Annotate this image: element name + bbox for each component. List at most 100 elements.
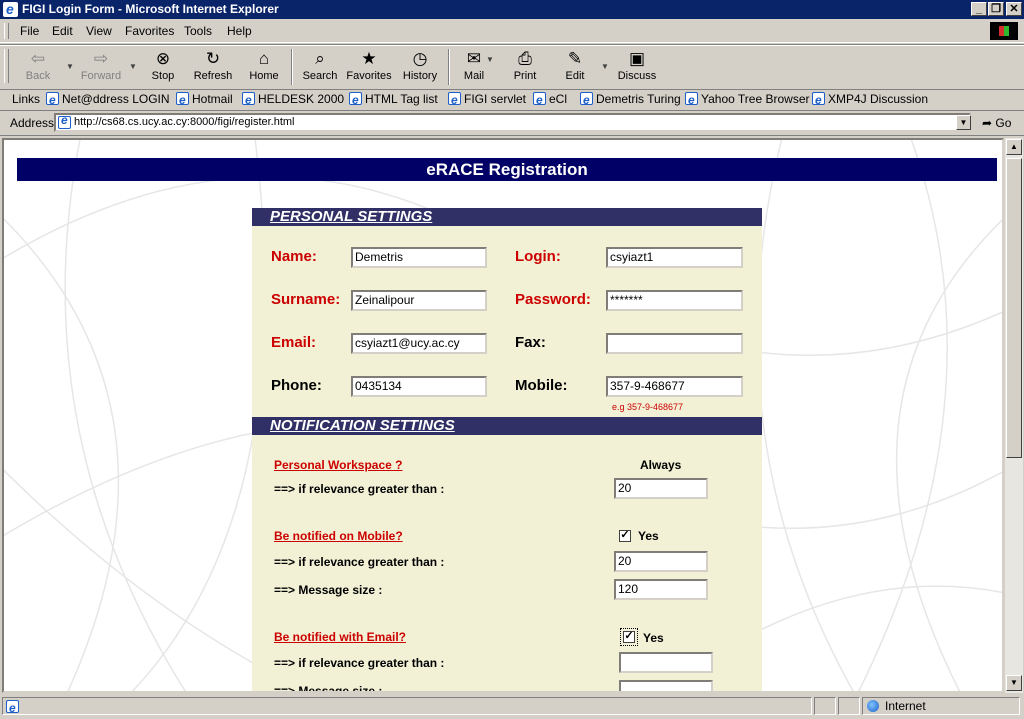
email-relevance-label: ==> if relevance greater than : [274,656,445,670]
address-input[interactable]: http://cs68.cs.ucy.ac.cy:8000/figi/regis… [54,113,971,132]
menu-tools[interactable]: Tools [184,20,212,42]
registration-banner: eRACE Registration [17,158,997,181]
close-button[interactable]: ✕ [1006,2,1022,16]
forward-label: Forward [80,70,122,82]
home-icon: ⌂ [258,49,270,68]
mobile-relevance-label: ==> if relevance greater than : [274,555,445,569]
mail-dropdown-icon[interactable]: ▼ [486,55,494,64]
link-item[interactable]: FIGI servlet [448,88,526,111]
scroll-down-icon[interactable]: ▼ [1006,675,1022,691]
link-item[interactable]: Yahoo Tree Browser [685,88,810,111]
back-label: Back [25,70,51,82]
back-dropdown-icon[interactable]: ▼ [66,62,74,71]
favorites-button[interactable]: ★ Favorites [345,48,393,86]
menu-help[interactable]: Help [227,20,252,42]
go-arrow-icon: ➦ [982,116,993,130]
surname-label: Surname: [271,291,341,308]
link-item[interactable]: XMP4J Discussion [812,88,928,111]
address-dropdown-icon[interactable]: ▼ [956,115,971,130]
edit-dropdown-icon[interactable]: ▼ [601,62,609,71]
menu-edit[interactable]: Edit [52,20,73,42]
back-button[interactable]: ⇦ Back [18,48,58,86]
discuss-icon: ▣ [628,49,646,68]
login-input[interactable]: csyiazt1 [606,247,743,268]
print-button[interactable]: ⎙ Print [507,48,543,86]
mobile-notify-checkbox[interactable]: ✓ [619,530,631,542]
search-label: Search [302,70,338,82]
address-label: Address [10,116,55,130]
link-item[interactable]: Demetris Turing [580,88,681,111]
favorites-folder-icon: ★ [361,49,377,68]
mobile-size-label: ==> Message size : [274,583,383,597]
link-item[interactable]: Hotmail [176,88,233,111]
name-input[interactable]: Demetris [351,247,487,268]
stop-label: Stop [151,70,175,82]
mobile-size-input[interactable]: 120 [614,579,708,600]
password-input[interactable]: ******* [606,290,743,311]
password-label: Password: [515,291,591,308]
go-button[interactable]: ➦ Go [982,111,1011,135]
page-status-icon [6,697,19,719]
page-viewport[interactable]: eRACE Registration PERSONAL SETTINGS Nam… [2,138,1004,693]
email-relevance-input[interactable] [619,652,713,673]
history-icon: ◷ [412,49,428,68]
status-bar: Internet [0,695,1024,719]
window-title-bar[interactable]: FIGI Login Form - Microsoft Internet Exp… [0,0,1024,19]
status-pane [814,697,836,715]
toolbar-separator [448,49,450,85]
mobile-yes-label: Yes [638,529,659,543]
forward-dropdown-icon[interactable]: ▼ [129,62,137,71]
link-item[interactable]: Net@ddress LOGIN [46,88,170,111]
mail-label: Mail [463,70,485,82]
address-url: http://cs68.cs.ucy.ac.cy:8000/figi/regis… [74,116,295,128]
history-button[interactable]: ◷ History [399,48,441,86]
mail-button[interactable]: ✉ Mail [456,48,492,86]
registration-form: PERSONAL SETTINGS Name: Demetris Login: … [252,208,762,691]
phone-input[interactable]: 0435134 [351,376,487,397]
login-label: Login: [515,248,561,265]
menu-grip[interactable] [4,23,9,39]
menu-favorites[interactable]: Favorites [125,20,174,42]
home-button[interactable]: ⌂ Home [244,48,284,86]
search-button[interactable]: ⌕ Search [298,48,342,86]
link-item[interactable]: HELDESK 2000 [242,88,344,111]
scroll-up-icon[interactable]: ▲ [1006,139,1022,155]
name-label: Name: [271,248,317,265]
stop-button[interactable]: ⊗ Stop [143,48,183,86]
mobile-input[interactable]: 357-9-468677 [606,376,743,397]
home-label: Home [249,70,279,82]
workspace-relevance-label: ==> if relevance greater than : [274,482,445,496]
ie-window-icon[interactable] [3,0,18,19]
email-size-input[interactable] [619,680,713,691]
ie-page-icon [46,89,59,111]
ie-page-icon [242,89,255,111]
edit-button[interactable]: ✎ Edit [557,48,593,86]
forward-button[interactable]: ⇨ Forward [76,48,126,86]
surname-input[interactable]: Zeinalipour [351,290,487,311]
fax-input[interactable] [606,333,743,354]
email-notify-link[interactable]: Be notified with Email? [274,630,406,644]
refresh-button[interactable]: ↻ Refresh [189,48,237,86]
printer-icon: ⎙ [518,49,532,68]
workspace-relevance-input[interactable]: 20 [614,478,708,499]
ie-page-icon [533,89,546,111]
toolbar-grip[interactable] [4,49,9,83]
scrollbar-thumb[interactable] [1006,158,1022,458]
edit-page-icon: ✎ [567,49,583,68]
email-notify-checkbox[interactable]: ✓ [620,628,638,646]
toolbar-separator [291,49,293,85]
link-item[interactable]: HTML Tag list [349,88,438,111]
menu-view[interactable]: View [86,20,112,42]
personal-workspace-link[interactable]: Personal Workspace ? [274,458,403,472]
email-input[interactable]: csyiazt1@ucy.ac.cy [351,333,487,354]
discuss-button[interactable]: ▣ Discuss [614,48,660,86]
link-item[interactable]: eCl [533,88,567,111]
mobile-relevance-input[interactable]: 20 [614,551,708,572]
menu-file[interactable]: File [20,20,39,42]
vertical-scrollbar[interactable]: ▲ ▼ [1004,138,1023,693]
ie-page-icon [448,89,461,111]
minimize-button[interactable]: _ [971,2,987,16]
mobile-notify-link[interactable]: Be notified on Mobile? [274,529,403,543]
ie-page-icon [58,113,71,129]
restore-button[interactable]: ❐ [988,2,1004,16]
